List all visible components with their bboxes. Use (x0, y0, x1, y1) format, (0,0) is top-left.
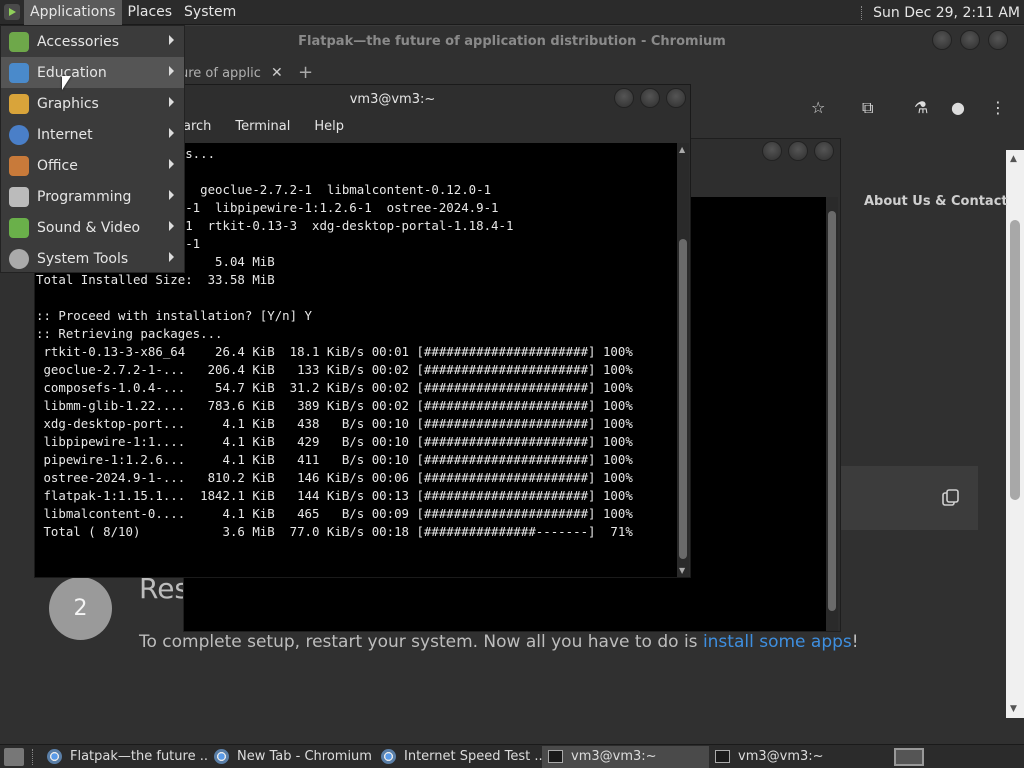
submenu-arrow-icon (169, 190, 174, 200)
taskbar-item-flatpak[interactable]: Flatpak—the future ... (41, 746, 208, 768)
labs-flask-icon[interactable]: ⚗ (914, 98, 928, 117)
minimize-button[interactable] (932, 30, 952, 50)
top-panel: Applications Places System Sun Dec 29, 2… (0, 0, 1024, 25)
bookmark-star-icon[interactable]: ☆ (811, 98, 825, 117)
clock[interactable]: Sun Dec 29, 2:11 AM (873, 5, 1020, 21)
close-button[interactable] (666, 88, 686, 108)
maximize-button[interactable] (640, 88, 660, 108)
menu-kebab-icon[interactable]: ⋮ (990, 98, 1006, 117)
taskbar-item-terminal-2[interactable]: vm3@vm3:~ (709, 746, 876, 768)
sound-video-icon (9, 217, 29, 238)
terminal-scrollbar[interactable]: ▲ ▼ (677, 143, 689, 577)
close-button[interactable] (988, 30, 1008, 50)
taskbar-item-terminal-1[interactable]: vm3@vm3:~ (542, 745, 709, 768)
workspace-switcher[interactable] (894, 748, 924, 766)
terminal-icon (715, 750, 730, 763)
submenu-arrow-icon (169, 128, 174, 138)
minimize-button[interactable] (614, 88, 634, 108)
terminal-back-scrollbar[interactable] (826, 197, 838, 631)
maximize-button[interactable] (960, 30, 980, 50)
graphics-icon (9, 93, 29, 114)
menu-item-education[interactable]: Education (1, 57, 184, 88)
taskbar-item-new-tab[interactable]: New Tab - Chromium (208, 746, 375, 768)
scrollbar-thumb[interactable] (1010, 220, 1020, 500)
office-icon (9, 155, 29, 176)
submenu-arrow-icon (169, 252, 174, 262)
submenu-arrow-icon (169, 221, 174, 231)
scroll-up-icon[interactable]: ▲ (679, 145, 685, 154)
new-tab-icon[interactable]: + (298, 62, 313, 83)
chromium-icon (47, 749, 62, 764)
places-menu[interactable]: Places (122, 0, 179, 25)
submenu-arrow-icon (169, 66, 174, 76)
menu-item-internet[interactable]: Internet (1, 119, 184, 150)
terminal-menubar: earch Terminal Help (175, 119, 344, 134)
applications-menu[interactable]: Applications (24, 0, 122, 25)
menu-item-programming[interactable]: Programming (1, 181, 184, 212)
scrollbar-thumb[interactable] (679, 239, 687, 559)
about-us-contact-link[interactable]: About Us & Contact (864, 194, 1008, 209)
close-button[interactable] (814, 141, 834, 161)
menu-item-accessories[interactable]: Accessories (1, 26, 184, 57)
scroll-up-icon[interactable]: ▲ (1010, 154, 1017, 164)
show-desktop-icon[interactable] (4, 747, 24, 766)
applications-dropdown: Accessories Education Graphics Internet … (0, 25, 185, 273)
menu-item-graphics[interactable]: Graphics (1, 88, 184, 119)
taskbar-separator (32, 748, 33, 765)
step-number-badge: 2 (49, 577, 112, 640)
taskbar-item-speed-test[interactable]: Internet Speed Test ... (375, 746, 542, 768)
mouse-cursor-icon (62, 76, 71, 90)
panel-clock-area: Sun Dec 29, 2:11 AM (861, 0, 1020, 25)
submenu-arrow-icon (169, 97, 174, 107)
help-menu[interactable]: Help (314, 119, 344, 134)
programming-icon (9, 186, 29, 207)
install-apps-link[interactable]: install some apps (703, 632, 852, 652)
scroll-down-icon[interactable]: ▼ (679, 566, 685, 575)
step-text-start: To complete setup, restart your system. … (139, 632, 703, 652)
menu-item-office[interactable]: Office (1, 150, 184, 181)
terminal-title: vm3@vm3:~ (349, 91, 436, 107)
applications-logo-icon[interactable] (4, 4, 20, 20)
education-icon (9, 62, 29, 83)
copy-icon[interactable] (940, 487, 962, 509)
chromium-title: Flatpak—the future of application distri… (298, 33, 726, 49)
minimize-button[interactable] (762, 141, 782, 161)
accessories-icon (9, 31, 29, 52)
chromium-icon (381, 749, 396, 764)
scrollbar-thumb[interactable] (828, 211, 836, 611)
submenu-arrow-icon (169, 35, 174, 45)
chromium-icon (214, 749, 229, 764)
step-description: To complete setup, restart your system. … (139, 632, 859, 652)
terminal-menu[interactable]: Terminal (235, 119, 290, 134)
menu-item-system-tools[interactable]: System Tools (1, 243, 184, 274)
tab-title: ure of applic (180, 65, 261, 81)
scroll-down-icon[interactable]: ▼ (1010, 704, 1017, 714)
panel-separator (861, 5, 863, 20)
tab-close-icon[interactable]: ✕ (271, 65, 283, 81)
menu-item-sound-video[interactable]: Sound & Video (1, 212, 184, 243)
step-text-end: ! (851, 632, 859, 652)
extensions-icon[interactable]: ⧉ (862, 98, 873, 118)
page-scrollbar[interactable]: ▲ ▼ (1006, 150, 1024, 718)
terminal-icon (548, 750, 563, 763)
profile-icon[interactable]: ● (951, 98, 965, 117)
maximize-button[interactable] (788, 141, 808, 161)
internet-icon (9, 124, 29, 145)
submenu-arrow-icon (169, 159, 174, 169)
bottom-taskbar: Flatpak—the future ... New Tab - Chromiu… (0, 744, 1024, 768)
system-menu[interactable]: System (178, 0, 242, 25)
system-tools-icon (9, 248, 29, 269)
